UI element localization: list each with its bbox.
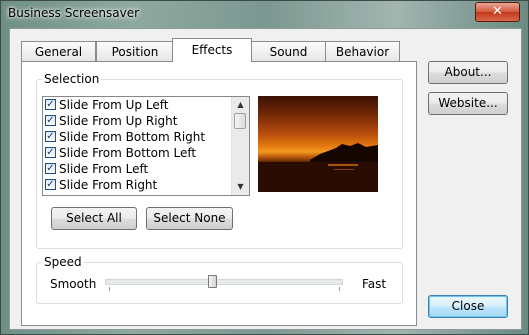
effect-preview-image (258, 96, 378, 192)
scroll-thumb[interactable] (234, 113, 246, 129)
effect-checkbox[interactable]: ✓ (45, 115, 56, 126)
dialog-client-area: General Position Effects Sound Behavior … (9, 28, 522, 330)
close-button[interactable]: Close (428, 295, 508, 318)
effect-list-item[interactable]: ✓ Slide From Bottom Right (43, 129, 249, 145)
effect-list-item[interactable]: ✓ Slide From Left (43, 161, 249, 177)
effects-list: ✓ Slide From Up Left ✓ Slide From Up Right ✓… (43, 97, 249, 193)
window-title: Business Screensaver (8, 6, 140, 20)
speed-fast-label: Fast (362, 277, 387, 291)
effects-list-scrollbar[interactable]: ▲ ▼ (231, 97, 249, 195)
effect-checkbox[interactable]: ✓ (45, 131, 56, 142)
close-icon: ✕ (492, 4, 503, 19)
effect-checkbox[interactable]: ✓ (45, 163, 56, 174)
effects-panel: Selection ✓ Slide From Up Left ✓ Slide From… (21, 61, 417, 326)
tab-sound[interactable]: Sound (250, 41, 327, 61)
speed-tick-start (109, 287, 110, 291)
effect-checkbox[interactable]: ✓ (45, 179, 56, 190)
effect-list-item[interactable]: ✓ Slide From Up Right (43, 113, 249, 129)
selection-group-label: Selection (42, 72, 102, 86)
effect-item-label: Slide From Left (59, 162, 149, 176)
sunset-icon (258, 143, 378, 192)
about-button[interactable]: About... (428, 61, 508, 84)
effects-listbox[interactable]: ✓ Slide From Up Left ✓ Slide From Up Right ✓… (42, 96, 250, 196)
scroll-up-icon[interactable]: ▲ (232, 97, 249, 113)
speed-tick-end (339, 287, 340, 291)
tab-effects[interactable]: Effects (172, 38, 252, 62)
effect-item-label: Slide From Bottom Right (59, 130, 206, 144)
effect-item-label: Slide From Bottom Left (59, 146, 197, 160)
effect-list-item[interactable]: ✓ Slide From Bottom Left (43, 145, 249, 161)
dialog-window: Business Screensaver ✕ General Position … (0, 0, 529, 335)
speed-slider-track[interactable] (105, 279, 343, 285)
effect-item-label: Slide From Up Right (59, 114, 178, 128)
scroll-down-icon[interactable]: ▼ (232, 179, 249, 195)
close-window-button[interactable]: ✕ (475, 2, 520, 22)
effect-item-label: Slide From Up Left (59, 98, 169, 112)
effect-list-item[interactable]: ✓ Slide From Right (43, 177, 249, 193)
select-all-button[interactable]: Select All (51, 207, 137, 230)
tab-general[interactable]: General (21, 41, 96, 61)
effect-checkbox[interactable]: ✓ (45, 99, 56, 110)
tab-behavior[interactable]: Behavior (325, 41, 400, 61)
effect-list-item[interactable]: ✓ Slide From Up Left (43, 97, 249, 113)
speed-slider-thumb[interactable] (208, 275, 218, 288)
select-none-button[interactable]: Select None (146, 207, 233, 230)
effect-item-label: Slide From Right (59, 178, 158, 192)
speed-group-label: Speed (42, 255, 84, 269)
speed-smooth-label: Smooth (50, 277, 97, 291)
title-bar[interactable]: Business Screensaver ✕ (1, 1, 528, 25)
speed-group: Speed Smooth Fast (36, 255, 403, 304)
website-button[interactable]: Website... (428, 92, 508, 115)
effect-checkbox[interactable]: ✓ (45, 147, 56, 158)
tab-position[interactable]: Position (96, 41, 174, 61)
